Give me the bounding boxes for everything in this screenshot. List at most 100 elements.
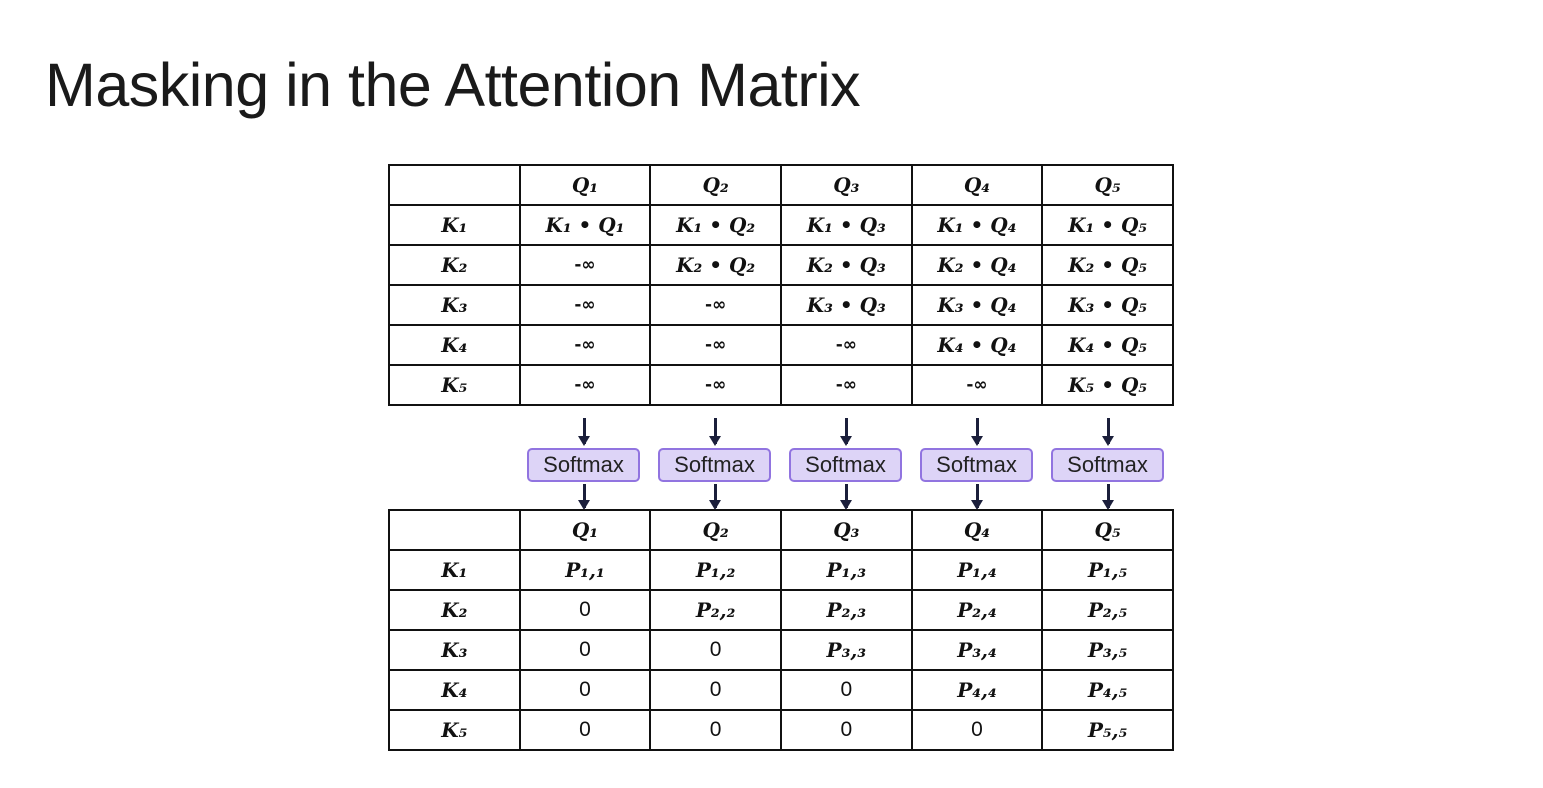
softmax-box: Softmax <box>1051 448 1164 482</box>
masked-cell: -∞ <box>518 244 652 286</box>
query-header-cell: Q₄ <box>910 164 1044 206</box>
softmax-column: Softmax <box>650 418 780 510</box>
softmax-column: Softmax <box>1043 418 1173 510</box>
value-cell: K₁ • Q₄ <box>910 204 1044 246</box>
softmax-box: Softmax <box>658 448 771 482</box>
value-cell: 0 <box>649 669 782 711</box>
value-cell: P₁,₁ <box>518 549 652 591</box>
masked-cell: -∞ <box>518 324 652 366</box>
value-cell: P₅,₅ <box>1041 709 1174 751</box>
table-row: K₃ 0 0 P₃,₃ P₃,₄ P₃,₅ <box>388 629 1174 671</box>
arrow-down-icon <box>709 484 720 510</box>
value-cell: 0 <box>518 589 652 631</box>
softmax-column: Softmax <box>912 418 1042 510</box>
query-header-cell: Q₄ <box>910 509 1044 551</box>
key-header-cell: K₅ <box>388 364 521 406</box>
arrow-down-icon <box>578 418 589 446</box>
arrow-down-icon <box>840 484 851 510</box>
table-row: K₃ -∞ -∞ K₃ • Q₃ K₃ • Q₄ K₃ • Q₅ <box>388 284 1174 326</box>
value-cell: K₁ • Q₁ <box>518 204 652 246</box>
value-cell: K₁ • Q₂ <box>649 204 782 246</box>
arrow-down-icon <box>1102 418 1113 446</box>
query-header-cell: Q₂ <box>649 164 782 206</box>
masked-cell: -∞ <box>779 324 913 366</box>
arrow-down-icon <box>971 418 982 446</box>
value-cell: K₃ • Q₄ <box>910 284 1044 326</box>
arrow-down-icon <box>709 418 720 446</box>
value-cell: P₁,₄ <box>910 549 1044 591</box>
corner-cell <box>388 509 521 551</box>
key-header-cell: K₄ <box>388 669 521 711</box>
value-cell: 0 <box>649 709 782 751</box>
value-cell: 0 <box>649 629 782 671</box>
corner-cell <box>388 164 521 206</box>
value-cell: P₃,₅ <box>1041 629 1174 671</box>
softmax-column: Softmax <box>781 418 911 510</box>
value-cell: P₄,₅ <box>1041 669 1174 711</box>
table-row: K₂ 0 P₂,₂ P₂,₃ P₂,₄ P₂,₅ <box>388 589 1174 631</box>
query-header-cell: Q₃ <box>779 509 913 551</box>
query-header-cell: Q₁ <box>518 509 652 551</box>
masked-cell: -∞ <box>649 364 782 406</box>
masked-cell: -∞ <box>518 364 652 406</box>
value-cell: K₂ • Q₂ <box>649 244 782 286</box>
query-header-cell: Q₁ <box>518 164 652 206</box>
value-cell: P₁,₅ <box>1041 549 1174 591</box>
query-header-cell: Q₂ <box>649 509 782 551</box>
value-cell: K₅ • Q₅ <box>1041 364 1174 406</box>
value-cell: P₃,₃ <box>779 629 913 671</box>
arrow-down-icon <box>578 484 589 510</box>
softmax-column: Softmax <box>519 418 649 510</box>
query-header-cell: Q₅ <box>1041 509 1174 551</box>
value-cell: K₂ • Q₃ <box>779 244 913 286</box>
query-header-cell: Q₅ <box>1041 164 1174 206</box>
arrow-down-icon <box>1102 484 1113 510</box>
arrow-down-icon <box>840 418 851 446</box>
key-header-cell: K₁ <box>388 549 521 591</box>
attention-scores-table: Q₁ Q₂ Q₃ Q₄ Q₅ K₁ K₁ • Q₁ K₁ • Q₂ K₁ • Q₃ K₁ • Q₄… <box>388 164 1174 406</box>
value-cell: P₁,₃ <box>779 549 913 591</box>
header-row: Q₁ Q₂ Q₃ Q₄ Q₅ <box>388 509 1174 551</box>
query-header-cell: Q₃ <box>779 164 913 206</box>
masked-cell: -∞ <box>518 284 652 326</box>
value-cell: K₃ • Q₅ <box>1041 284 1174 326</box>
value-cell: 0 <box>518 629 652 671</box>
value-cell: K₂ • Q₄ <box>910 244 1044 286</box>
masked-cell: -∞ <box>649 324 782 366</box>
table-row: K₅ -∞ -∞ -∞ -∞ K₅ • Q₅ <box>388 364 1174 406</box>
value-cell: P₂,₄ <box>910 589 1044 631</box>
table-row: K₁ P₁,₁ P₁,₂ P₁,₃ P₁,₄ P₁,₅ <box>388 549 1174 591</box>
softmax-box: Softmax <box>527 448 640 482</box>
key-header-cell: K₄ <box>388 324 521 366</box>
table-row: K₄ -∞ -∞ -∞ K₄ • Q₄ K₄ • Q₅ <box>388 324 1174 366</box>
value-cell: P₁,₂ <box>649 549 782 591</box>
value-cell: P₂,₂ <box>649 589 782 631</box>
value-cell: K₄ • Q₅ <box>1041 324 1174 366</box>
softmax-box: Softmax <box>920 448 1033 482</box>
arrow-down-icon <box>971 484 982 510</box>
header-row: Q₁ Q₂ Q₃ Q₄ Q₅ <box>388 164 1174 206</box>
masked-cell: -∞ <box>910 364 1044 406</box>
value-cell: 0 <box>518 669 652 711</box>
attention-probabilities-table: Q₁ Q₂ Q₃ Q₄ Q₅ K₁ P₁,₁ P₁,₂ P₁,₃ P₁,₄ P₁,₅ K₂ 0 P₂,₂ P… <box>388 509 1174 751</box>
value-cell: K₂ • Q₅ <box>1041 244 1174 286</box>
masked-cell: -∞ <box>779 364 913 406</box>
value-cell: P₄,₄ <box>910 669 1044 711</box>
value-cell: K₃ • Q₃ <box>779 284 913 326</box>
value-cell: K₁ • Q₃ <box>779 204 913 246</box>
key-header-cell: K₂ <box>388 589 521 631</box>
value-cell: K₄ • Q₄ <box>910 324 1044 366</box>
table-row: K₁ K₁ • Q₁ K₁ • Q₂ K₁ • Q₃ K₁ • Q₄ K₁ • Q₅ <box>388 204 1174 246</box>
value-cell: 0 <box>779 669 913 711</box>
value-cell: 0 <box>779 709 913 751</box>
value-cell: 0 <box>518 709 652 751</box>
value-cell: K₁ • Q₅ <box>1041 204 1174 246</box>
key-header-cell: K₅ <box>388 709 521 751</box>
key-header-cell: K₃ <box>388 629 521 671</box>
table-row: K₅ 0 0 0 0 P₅,₅ <box>388 709 1174 751</box>
value-cell: 0 <box>910 709 1044 751</box>
value-cell: P₃,₄ <box>910 629 1044 671</box>
key-header-cell: K₁ <box>388 204 521 246</box>
key-header-cell: K₃ <box>388 284 521 326</box>
value-cell: P₂,₃ <box>779 589 913 631</box>
